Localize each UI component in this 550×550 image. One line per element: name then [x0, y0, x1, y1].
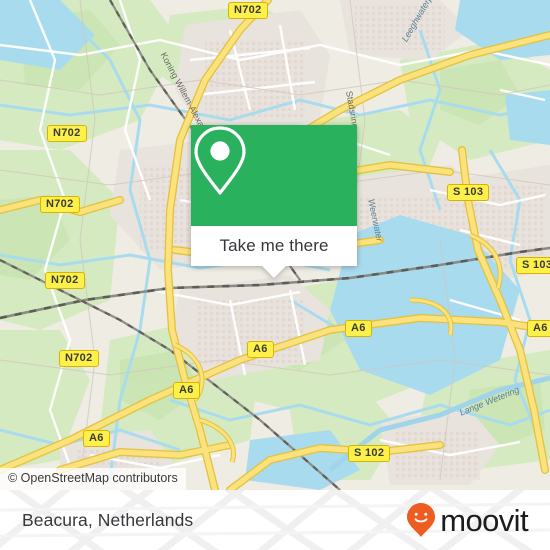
road-shield: S 103	[516, 257, 550, 274]
osm-attribution[interactable]: © OpenStreetMap contributors	[0, 468, 186, 490]
moovit-pin-smiley-icon	[407, 503, 436, 537]
place-name-label: Beacura, Netherlands	[22, 509, 194, 530]
road-shield: N702	[45, 272, 85, 289]
map-canvas[interactable]: Koning Willem-Alexanderweg Stadsring Leegh…	[0, 0, 550, 490]
destination-callout[interactable]: Take me there	[191, 125, 357, 278]
road-shield: A6	[527, 320, 550, 337]
map-page: Koning Willem-Alexanderweg Stadsring Leegh…	[0, 0, 550, 550]
road-shield: N702	[40, 196, 80, 213]
road-shield: A6	[247, 341, 274, 358]
road-shield: S 102	[348, 445, 391, 462]
callout-action-bar[interactable]: Take me there	[191, 226, 357, 278]
road-shield: A6	[83, 430, 110, 447]
callout-pointer	[262, 266, 286, 278]
road-shield: S 103	[447, 184, 490, 201]
road-shield: A6	[173, 382, 200, 399]
moovit-brand[interactable]: moovit	[406, 502, 529, 538]
road-shield: N702	[228, 2, 268, 19]
road-shield: A6	[345, 320, 372, 337]
footer-bar: Beacura, Netherlands moovit	[0, 490, 550, 550]
road-shield: N702	[47, 125, 87, 142]
take-me-there-label: Take me there	[219, 236, 329, 255]
road-shield: N702	[59, 350, 99, 367]
map-pin-icon	[194, 126, 246, 195]
callout-image-area	[191, 125, 357, 226]
moovit-wordmark: moovit	[440, 502, 528, 538]
